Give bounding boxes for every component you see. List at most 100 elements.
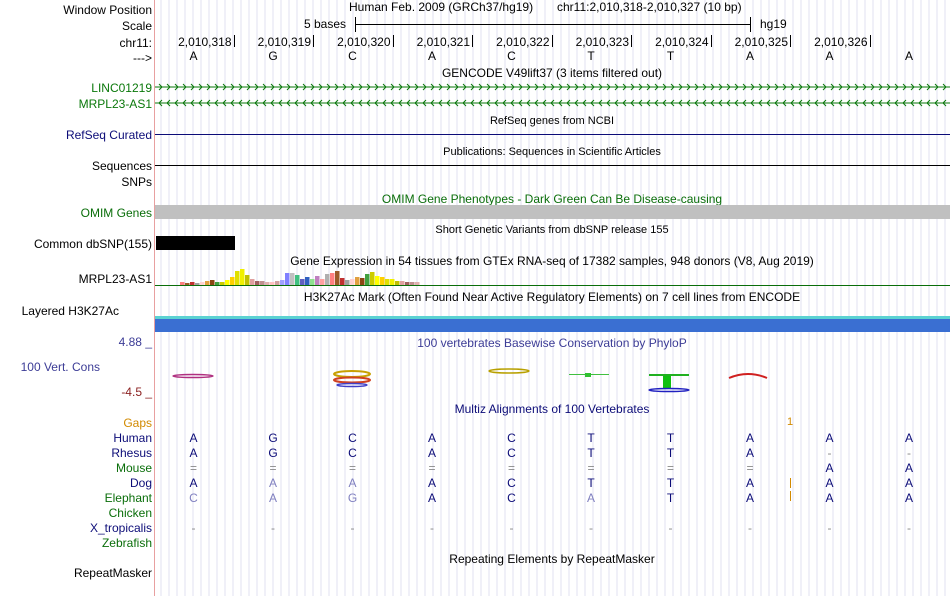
gtex-tissue-bar[interactable] xyxy=(270,282,275,285)
gtex-tissue-bar[interactable] xyxy=(335,271,340,285)
label-linc01219[interactable]: LINC01219 xyxy=(91,81,152,95)
gtex-tissue-bar[interactable] xyxy=(180,282,185,285)
gtex-tissue-bar[interactable] xyxy=(215,282,220,285)
label-gtex-gene[interactable]: MRPL23-AS1 xyxy=(79,272,152,286)
gtex-tissue-bar[interactable] xyxy=(350,279,355,285)
label-chrom[interactable]: chr11: xyxy=(120,36,152,50)
gtex-tissue-bar[interactable] xyxy=(245,275,250,285)
phylop-logos[interactable] xyxy=(155,360,950,396)
label-species-dog[interactable]: Dog xyxy=(130,476,152,490)
gtex-tissue-bar[interactable] xyxy=(405,282,410,285)
gtex-tissue-bar[interactable] xyxy=(195,283,200,285)
base-letter[interactable]: T xyxy=(667,49,674,63)
base-letter[interactable]: C xyxy=(507,49,516,63)
alignment-base: A xyxy=(189,446,198,460)
base-letter[interactable]: A xyxy=(746,49,754,63)
gtex-tissue-bar[interactable] xyxy=(205,281,210,285)
gtex-tissue-bar[interactable] xyxy=(190,282,195,285)
label-mrpl23-as1[interactable]: MRPL23-AS1 xyxy=(79,97,152,111)
gtex-tissue-bar[interactable] xyxy=(370,272,375,285)
gtex-tissue-bar[interactable] xyxy=(320,279,325,285)
gtex-tissue-bar[interactable] xyxy=(365,274,370,285)
label-100-vert-cons[interactable]: 100 Vert. Cons xyxy=(21,360,100,374)
gaps-mark[interactable]: 1 xyxy=(787,416,793,428)
label-species-human[interactable]: Human xyxy=(113,431,152,445)
alignment-base: A xyxy=(427,431,437,445)
label-species-zebrafish[interactable]: Zebrafish xyxy=(102,536,152,550)
gtex-tissue-bar[interactable] xyxy=(330,273,335,285)
gtex-tissue-bar[interactable] xyxy=(380,277,385,285)
gtex-tissue-bar[interactable] xyxy=(210,280,215,285)
base-letter[interactable]: G xyxy=(268,49,277,63)
label-omim-genes[interactable]: OMIM Genes xyxy=(81,206,152,220)
sequences-line[interactable] xyxy=(155,165,950,166)
gtex-tissue-bar[interactable] xyxy=(310,279,315,285)
gtex-tissue-bar[interactable] xyxy=(385,279,390,285)
gtex-tissue-bar[interactable] xyxy=(400,281,405,285)
base-letter[interactable]: A xyxy=(905,49,913,63)
gtex-tissue-bar[interactable] xyxy=(410,282,415,285)
gtex-tissue-bar[interactable] xyxy=(375,276,380,285)
label-snps[interactable]: SNPs xyxy=(121,175,152,189)
gtex-tissue-bar[interactable] xyxy=(240,269,245,285)
gtex-tissue-bar[interactable] xyxy=(300,279,305,285)
gtex-tissue-bar[interactable] xyxy=(275,281,280,285)
label-layered-h3k27ac[interactable]: Layered H3K27Ac xyxy=(22,304,119,318)
label-species-x-tropicalis[interactable]: X_tropicalis xyxy=(90,521,152,535)
label-scale[interactable]: Scale xyxy=(122,19,152,33)
gtex-tissue-bar[interactable] xyxy=(360,278,365,285)
gtex-tissue-bar[interactable] xyxy=(230,277,235,285)
gtex-tissue-bar[interactable] xyxy=(295,275,300,285)
alignment-base: A xyxy=(189,476,198,490)
alignment-base: = xyxy=(189,461,198,475)
gtex-tissue-bar[interactable] xyxy=(355,277,360,285)
gtex-tissue-bar[interactable] xyxy=(200,282,205,285)
gtex-tissue-bar[interactable] xyxy=(395,281,400,285)
mrpl23-as1-gene-line[interactable] xyxy=(155,97,950,109)
base-letter[interactable]: C xyxy=(348,49,357,63)
dbsnp-variant-block[interactable] xyxy=(156,236,235,250)
gtex-tissue-bar[interactable] xyxy=(260,281,265,285)
label-species-mouse[interactable]: Mouse xyxy=(116,461,152,475)
gtex-tissue-bar[interactable] xyxy=(250,279,255,285)
label-window-position[interactable]: Window Position xyxy=(63,3,152,17)
gtex-tissue-bar[interactable] xyxy=(345,280,350,285)
gtex-tissue-bar[interactable] xyxy=(415,282,420,285)
label-repeatmasker[interactable]: RepeatMasker xyxy=(74,566,152,580)
base-letter[interactable]: A xyxy=(825,49,833,63)
gtex-tissue-bar[interactable] xyxy=(285,273,290,285)
gtex-tissue-bar[interactable] xyxy=(290,273,295,285)
h3k27ac-blue-layer[interactable] xyxy=(155,319,950,332)
label-gaps[interactable]: Gaps xyxy=(123,416,152,430)
base-letter[interactable]: A xyxy=(189,49,197,63)
linc01219-gene-line[interactable] xyxy=(155,81,950,93)
gtex-tissue-bar[interactable] xyxy=(390,279,395,285)
label-strand-arrow[interactable]: ---> xyxy=(133,51,152,65)
gtex-tissue-bar[interactable] xyxy=(340,278,345,285)
label-species-chicken[interactable]: Chicken xyxy=(109,506,152,520)
label-refseq-curated[interactable]: RefSeq Curated xyxy=(66,128,152,142)
base-letter[interactable]: A xyxy=(428,49,436,63)
gtex-tissue-bar[interactable] xyxy=(225,280,230,285)
base-letter[interactable]: T xyxy=(587,49,594,63)
label-species-elephant[interactable]: Elephant xyxy=(105,491,152,505)
label-species-rhesus[interactable]: Rhesus xyxy=(111,446,152,460)
label-common-dbsnp[interactable]: Common dbSNP(155) xyxy=(34,237,152,251)
refseq-track-title: RefSeq genes from NCBI xyxy=(489,115,615,127)
gtex-tissue-bar[interactable] xyxy=(235,271,240,285)
omim-gene-bar[interactable] xyxy=(155,205,950,219)
label-sequences[interactable]: Sequences xyxy=(92,159,152,173)
refseq-gene-line[interactable] xyxy=(155,134,950,135)
gtex-tissue-bar[interactable] xyxy=(255,281,260,285)
alignment-base: T xyxy=(666,476,675,490)
gtex-tissue-bar[interactable] xyxy=(305,277,310,285)
gtex-tissue-bar[interactable] xyxy=(220,282,225,285)
track-display-area[interactable]: Human Feb. 2009 (GRCh37/hg19) chr11:2,01… xyxy=(155,0,950,596)
gtex-expression-bars[interactable] xyxy=(155,266,950,286)
gtex-tissue-bar[interactable] xyxy=(185,283,190,285)
gtex-tissue-bar[interactable] xyxy=(325,274,330,285)
gtex-tissue-bar[interactable] xyxy=(280,280,285,285)
gtex-tissue-bar[interactable] xyxy=(315,276,320,285)
gtex-tissue-bar[interactable] xyxy=(265,282,270,285)
coordinate-tick xyxy=(551,35,553,47)
